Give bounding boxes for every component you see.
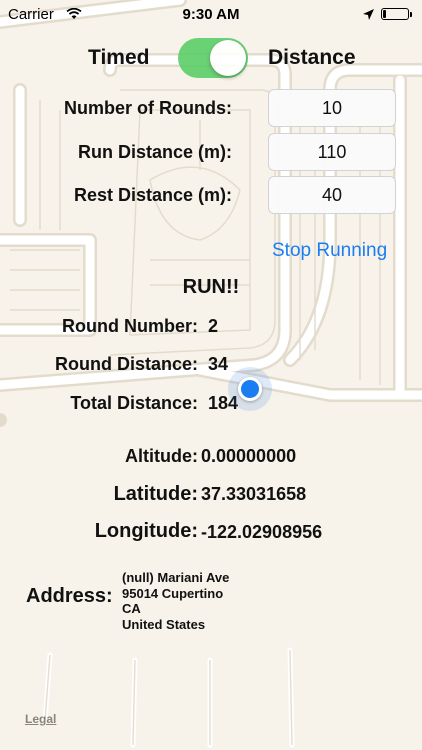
user-location-dot xyxy=(238,377,262,401)
app-screen: Carrier 9:30 AM Timed Distance Number of… xyxy=(0,0,422,750)
stop-running-button[interactable]: Stop Running xyxy=(272,240,387,262)
rounds-label: Number of Rounds: xyxy=(64,98,232,118)
run-status: RUN!! xyxy=(182,276,240,298)
battery-level xyxy=(383,10,386,18)
total-distance-label: Total Distance: xyxy=(70,393,198,413)
round-distance-label: Round Distance: xyxy=(54,354,198,374)
longitude-value: -122.02908956 xyxy=(201,522,323,542)
battery-tip xyxy=(410,12,412,17)
address-line-city: 95014 Cupertino xyxy=(122,585,224,601)
altitude-value: 0.00000000 xyxy=(201,446,297,466)
latitude-label: Latitude: xyxy=(113,483,198,505)
status-bar: Carrier 9:30 AM xyxy=(0,0,422,30)
rest-distance-label: Rest Distance (m): xyxy=(73,185,232,205)
rest-distance-input[interactable]: 40 xyxy=(268,176,396,214)
run-distance-label: Run Distance (m): xyxy=(77,142,232,162)
round-distance-value: 34 xyxy=(208,354,229,374)
status-time: 9:30 AM xyxy=(182,6,240,23)
address-line-state: CA xyxy=(122,601,141,616)
latitude-value: 37.33031658 xyxy=(201,484,307,504)
rounds-input[interactable]: 10 xyxy=(268,89,396,127)
address-label: Address: xyxy=(26,585,113,607)
mode-toggle[interactable] xyxy=(178,38,248,78)
round-number-label: Round Number: xyxy=(62,316,198,336)
timed-label: Timed xyxy=(88,46,150,69)
address-line-country: United States xyxy=(122,616,206,632)
battery-icon xyxy=(381,8,409,20)
round-number-value: 2 xyxy=(208,316,219,336)
longitude-label: Longitude: xyxy=(94,520,198,542)
user-location-marker xyxy=(228,367,272,411)
run-distance-input[interactable]: 110 xyxy=(268,133,396,171)
location-arrow-icon xyxy=(363,9,374,20)
altitude-label: Altitude: xyxy=(125,446,198,466)
toggle-knob[interactable] xyxy=(210,40,246,76)
distance-label: Distance xyxy=(268,46,356,69)
address-block: (null) Mariani Ave 95014 Cupertino CA Un… xyxy=(122,570,229,632)
legal-link[interactable]: Legal xyxy=(25,712,56,726)
address-line-street: (null) Mariani Ave xyxy=(122,570,230,585)
